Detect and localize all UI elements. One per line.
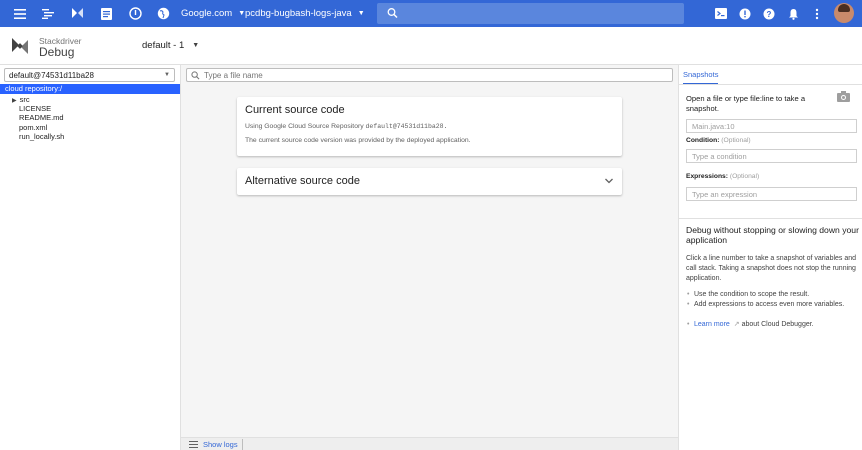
tree-item-license[interactable]: LICENSE [19, 104, 51, 113]
project-label: pcdbg-bugbash-logs-java [245, 8, 352, 19]
product-header: Stackdriver Debug default - 1 ▼ [0, 27, 862, 65]
show-logs-label: Show logs [203, 440, 238, 449]
search-icon [191, 70, 200, 79]
condition-input[interactable]: Type a condition [686, 149, 857, 163]
organization-selector[interactable]: Google.com ▼ [181, 0, 245, 27]
tab-snapshots[interactable]: Snapshots [683, 70, 719, 85]
current-source-card: Current source code Using Google Cloud S… [237, 97, 622, 156]
notifications-bell-icon[interactable] [782, 0, 804, 27]
cloud-shell-icon[interactable] [710, 0, 732, 27]
current-source-note: The current source code version was prov… [245, 137, 471, 144]
repository-root-item[interactable]: cloud repository:/ [0, 84, 180, 94]
source-tree-panel: default@74531d11ba28 ▼ cloud repository:… [0, 65, 181, 450]
chevron-down-icon: ▼ [357, 10, 365, 17]
expressions-label: Expressions: (Optional) [686, 173, 760, 180]
condition-label: Condition: (Optional) [686, 137, 751, 144]
expand-arrow-icon[interactable]: ▶ [12, 98, 17, 104]
help-icon[interactable]: ? [758, 0, 780, 27]
current-source-title: Current source code [245, 104, 345, 116]
file-name-search-input[interactable]: Type a file name [186, 68, 673, 82]
source-version-selector[interactable]: default@74531d11ba28 ▼ [4, 68, 175, 82]
external-link-icon: ↗ [733, 321, 740, 328]
globe-icon[interactable] [152, 0, 174, 27]
snapshots-panel: Snapshots Open a file or type file:line … [678, 65, 862, 450]
alert-icon[interactable] [734, 0, 756, 27]
snapshot-intro-text: Open a file or type file:line to take a … [686, 94, 806, 113]
organization-label: Google.com [181, 8, 233, 19]
stackdriver-debug-icon[interactable] [66, 0, 88, 27]
info-bullet-expressions: • Add expressions to access even more var… [687, 301, 845, 308]
product-name: Debug [39, 45, 75, 59]
tree-item-pom[interactable]: pom.xml [19, 123, 47, 132]
section-divider [679, 218, 862, 219]
project-selector[interactable]: pcdbg-bugbash-logs-java ▼ [245, 0, 365, 27]
logs-icon[interactable] [95, 0, 117, 27]
tree-item-readme[interactable]: README.md [19, 113, 64, 122]
snapshot-location-input[interactable]: Main.java:10 [686, 119, 857, 133]
alternative-source-card[interactable]: Alternative source code [237, 168, 622, 195]
repository-version-code: default@74531d11ba28. [365, 123, 448, 130]
alternative-source-title: Alternative source code [245, 175, 360, 187]
file-search-placeholder: Type a file name [204, 70, 263, 80]
camera-icon[interactable] [837, 91, 850, 102]
search-icon [387, 8, 398, 19]
global-search-input[interactable] [377, 3, 684, 24]
chevron-down-icon: ▼ [192, 42, 200, 49]
chevron-down-icon: ▼ [164, 72, 170, 78]
current-source-description: Using Google Cloud Source Repository def… [245, 123, 447, 130]
info-bullet-learn-more: • Learn more ↗ about Cloud Debugger. [687, 321, 814, 328]
info-heading: Debug without stopping or slowing down y… [686, 225, 859, 245]
expression-input[interactable]: Type an expression [686, 187, 857, 201]
user-avatar[interactable] [834, 3, 854, 23]
version-label: default - 1 [142, 40, 185, 51]
time-clock-icon[interactable] [124, 0, 146, 27]
tree-item-label: src [19, 95, 30, 104]
show-logs-button[interactable]: Show logs [185, 439, 243, 450]
navigation-list-icon[interactable] [37, 0, 59, 27]
learn-more-link[interactable]: Learn more [694, 321, 730, 328]
source-view-panel: Type a file name Current source code Usi… [181, 65, 678, 450]
svg-text:?: ? [767, 10, 772, 19]
repository-text: Using Google Cloud Source Repository [245, 123, 364, 130]
version-selector[interactable]: default - 1 ▼ [142, 40, 199, 51]
source-version-label: default@74531d11ba28 [9, 70, 94, 80]
info-body-text: Click a line number to take a snapshot o… [686, 255, 857, 282]
top-app-bar: Google.com ▼ pcdbg-bugbash-logs-java ▼ ? [0, 0, 862, 27]
hamburger-menu-icon[interactable] [9, 0, 31, 27]
logs-lines-icon [189, 441, 198, 448]
chevron-down-icon[interactable] [604, 176, 614, 186]
logs-bottom-bar: Show logs [181, 437, 678, 450]
more-vertical-icon[interactable] [806, 0, 828, 27]
stackdriver-logo-icon [12, 38, 28, 54]
tab-divider [679, 84, 862, 85]
info-bullet-condition: • Use the condition to scope the result. [687, 291, 810, 298]
tree-item-run-locally[interactable]: run_locally.sh [19, 132, 64, 141]
